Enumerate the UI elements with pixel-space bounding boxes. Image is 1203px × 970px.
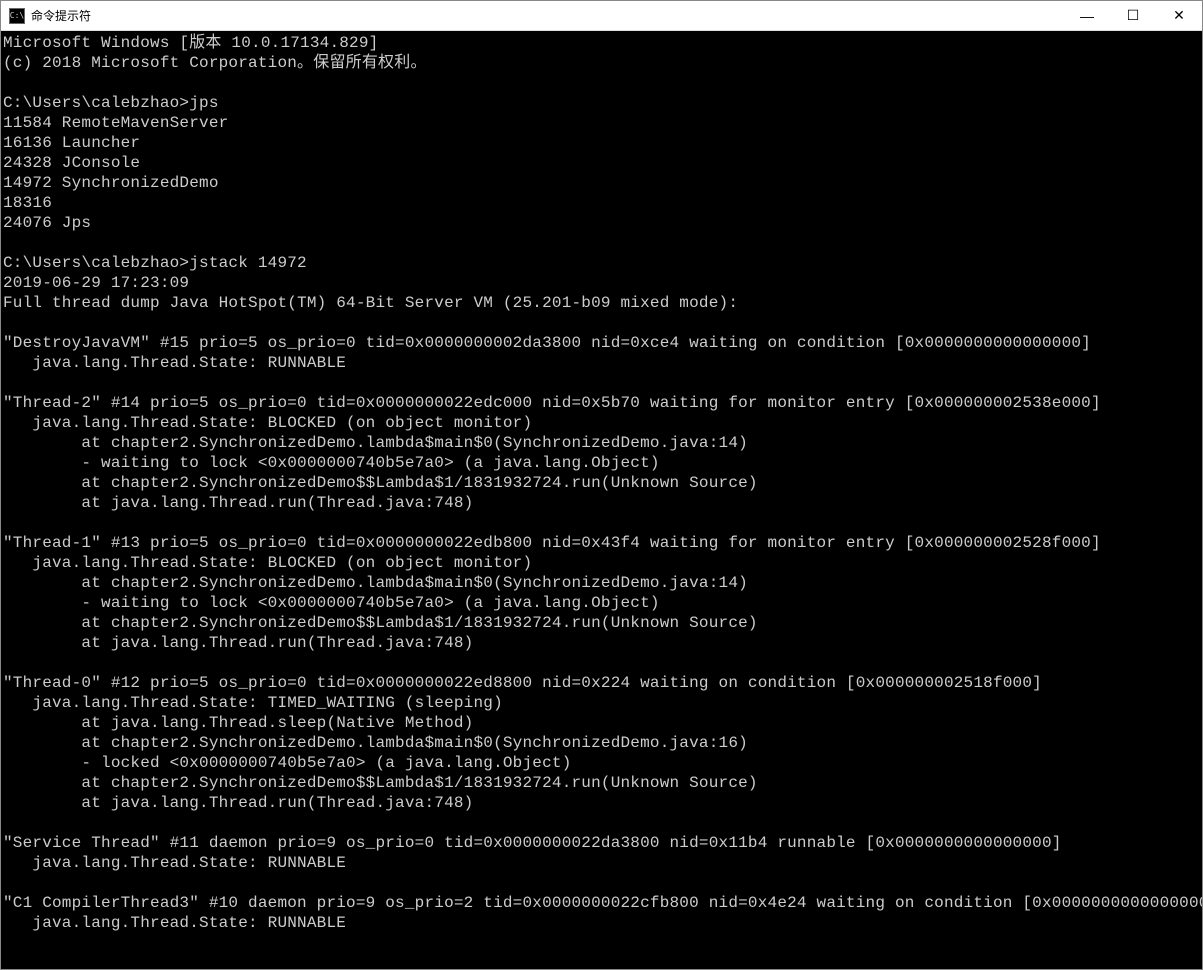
terminal-output[interactable]: Microsoft Windows [版本 10.0.17134.829] (c… bbox=[1, 31, 1202, 969]
cmd-icon: C:\ bbox=[9, 8, 25, 24]
window-title: 命令提示符 bbox=[31, 7, 1064, 24]
minimize-button[interactable]: — bbox=[1064, 1, 1110, 30]
maximize-button[interactable]: ☐ bbox=[1110, 1, 1156, 30]
window-controls: — ☐ ✕ bbox=[1064, 1, 1202, 30]
close-button[interactable]: ✕ bbox=[1156, 1, 1202, 30]
title-bar[interactable]: C:\ 命令提示符 — ☐ ✕ bbox=[1, 1, 1202, 31]
cmd-window: C:\ 命令提示符 — ☐ ✕ Microsoft Windows [版本 10… bbox=[0, 0, 1203, 970]
